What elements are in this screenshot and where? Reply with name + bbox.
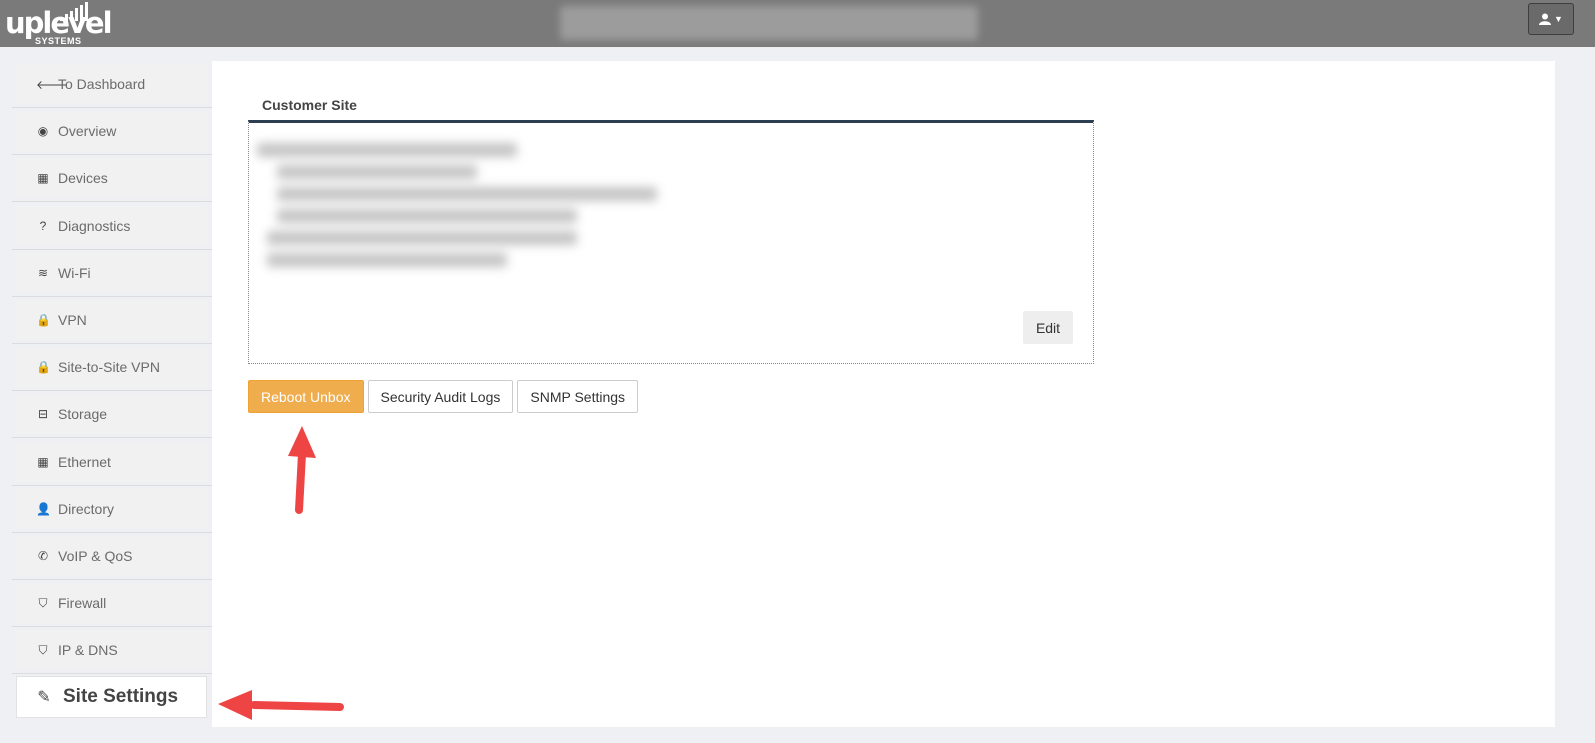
- sidebar-item-label: Site Settings: [63, 686, 179, 707]
- panel-title: Customer Site: [262, 97, 357, 113]
- sidebar-divider: [12, 485, 212, 486]
- lock-icon: 🔒: [36, 360, 51, 374]
- sidebar-item-directory[interactable]: 👤 Directory: [16, 489, 207, 529]
- sidebar-item-label: Wi-Fi: [58, 265, 91, 281]
- sidebar-item-label: To Dashboard: [58, 76, 146, 92]
- sidebar-divider: [12, 296, 212, 297]
- lock-icon: 🔒: [36, 313, 51, 327]
- sidebar-item-label: VoIP & QoS: [58, 548, 133, 564]
- building-icon: ▦: [37, 171, 49, 185]
- sidebar-item-site-to-site-vpn[interactable]: 🔒 Site-to-Site VPN: [16, 347, 207, 387]
- sidebar-divider: [12, 626, 212, 627]
- caret-down-icon: ▼: [1554, 14, 1563, 24]
- top-bar: uplevel SYSTEMS ▼: [0, 0, 1595, 47]
- sidebar-item-label: Storage: [58, 406, 108, 422]
- sidebar-divider: [12, 532, 212, 533]
- sidebar-divider: [12, 249, 212, 250]
- sidebar-item-storage[interactable]: ⊟ Storage: [16, 394, 207, 434]
- sidebar-divider: [12, 343, 212, 344]
- logo-subtitle: SYSTEMS: [35, 36, 82, 46]
- user-icon: [1539, 13, 1552, 25]
- sidebar-item-firewall[interactable]: ⛉ Firewall: [16, 583, 207, 623]
- shield-icon: ⛉: [38, 595, 48, 610]
- building-icon: ▦: [37, 455, 49, 469]
- sidebar-item-site-settings[interactable]: ✎ Site Settings: [16, 676, 207, 718]
- sidebar-item-label: VPN: [58, 312, 87, 328]
- sidebar-item-label: Devices: [58, 170, 108, 186]
- logo-wordmark: uplevel: [5, 6, 113, 40]
- annotation-arrow-left: [218, 690, 344, 720]
- sidebar-divider: [12, 107, 212, 108]
- sidebar-item-label: Overview: [58, 123, 117, 139]
- sidebar-item-vpn[interactable]: 🔒 VPN: [16, 300, 207, 340]
- sidebar-divider: [12, 154, 212, 155]
- sidebar-item-label: Firewall: [58, 595, 107, 611]
- snmp-settings-button[interactable]: SNMP Settings: [517, 380, 639, 413]
- sidebar-item-label: Ethernet: [58, 454, 111, 470]
- edit-icon: ✎: [37, 689, 51, 706]
- uplevel-logo[interactable]: uplevel SYSTEMS: [5, 2, 113, 46]
- wifi-icon: ≋: [37, 266, 49, 280]
- sidebar-item-label: Directory: [58, 501, 115, 517]
- action-buttons: Reboot Unbox Security Audit Logs SNMP Se…: [248, 380, 639, 413]
- phone-icon: ✆: [37, 549, 49, 563]
- user-icon: 👤: [36, 502, 51, 516]
- sidebar-item-wi-fi[interactable]: ≋ Wi-Fi: [16, 253, 207, 293]
- hdd-icon: ⊟: [37, 407, 49, 421]
- eye-icon: ◉: [37, 124, 49, 138]
- redacted-site-name: [560, 6, 978, 40]
- sidebar-item-ip-dns[interactable]: ⛉ IP & DNS: [16, 630, 207, 670]
- sidebar-item-ethernet[interactable]: ▦ Ethernet: [16, 442, 207, 482]
- annotation-arrow-up: [288, 426, 316, 514]
- sidebar-item-diagnostics[interactable]: ? Diagnostics: [16, 206, 207, 246]
- sidebar-divider: [12, 673, 212, 674]
- user-menu-button[interactable]: ▼: [1528, 3, 1574, 35]
- sidebar-item-label: Diagnostics: [58, 218, 131, 234]
- sidebar-item-label: Site-to-Site VPN: [58, 359, 160, 375]
- sidebar-divider: [12, 201, 212, 202]
- reboot-unbox-button[interactable]: Reboot Unbox: [248, 380, 364, 413]
- customer-site-panel: Edit: [248, 120, 1094, 364]
- question-icon: ?: [39, 219, 47, 233]
- sidebar-divider: [12, 579, 212, 580]
- sidebar-divider: [12, 437, 212, 438]
- sidebar-item-overview[interactable]: ◉ Overview: [16, 111, 207, 151]
- main-content: Customer Site Edit Reboot Unbox Security…: [212, 61, 1555, 727]
- security-audit-logs-button[interactable]: Security Audit Logs: [367, 380, 514, 413]
- sidebar-item-label: IP & DNS: [58, 642, 118, 658]
- redacted-site-details: [257, 143, 657, 275]
- sidebar-item-voip-qos[interactable]: ✆ VoIP & QoS: [16, 536, 207, 576]
- arrow-left-icon: 🡐: [36, 77, 69, 92]
- edit-button[interactable]: Edit: [1023, 311, 1073, 344]
- sidebar-item-to-dashboard[interactable]: 🡐 To Dashboard: [16, 64, 207, 104]
- shield-icon: ⛉: [38, 642, 48, 657]
- sidebar-divider: [12, 390, 212, 391]
- sidebar-item-devices[interactable]: ▦ Devices: [16, 158, 207, 198]
